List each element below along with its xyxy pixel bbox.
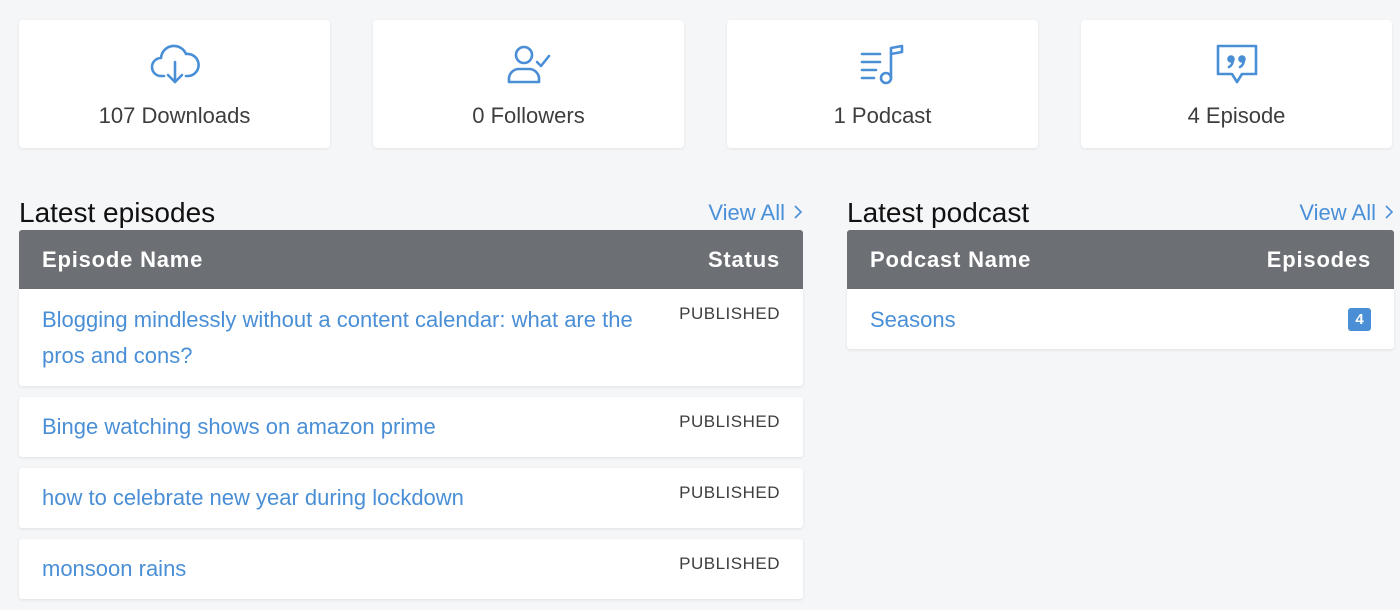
- column-header-podcast-name: Podcast Name: [870, 246, 1032, 272]
- status-label: PUBLISHED: [679, 554, 780, 573]
- view-all-podcasts-link[interactable]: View All: [1299, 200, 1394, 226]
- episodes-table-header: Episode Name Status: [19, 230, 803, 289]
- quote-bubble-icon: [1212, 42, 1262, 93]
- chevron-right-icon: [793, 200, 803, 226]
- table-row: Seasons 4: [847, 289, 1394, 349]
- status-label: PUBLISHED: [679, 483, 780, 502]
- latest-podcast-panel: Latest podcast View All Podcast Name Epi…: [847, 184, 1394, 360]
- stat-label: 107 Downloads: [98, 103, 251, 128]
- episode-link[interactable]: how to celebrate new year during lockdow…: [42, 468, 464, 528]
- stat-label: 1 Podcast: [833, 103, 932, 128]
- panel-title: Latest episodes: [19, 197, 216, 228]
- panel-header: Latest episodes View All: [19, 184, 803, 230]
- stat-card-episodes: 4 Episode: [1081, 20, 1392, 148]
- latest-episodes-panel: Latest episodes View All Episode Name St…: [19, 184, 803, 610]
- status-label: PUBLISHED: [679, 304, 780, 323]
- table-row: monsoon rains PUBLISHED: [19, 539, 803, 599]
- table-row: Binge watching shows on amazon prime PUB…: [19, 397, 803, 457]
- column-header-episode-name: Episode Name: [42, 246, 204, 272]
- column-header-episodes: Episodes: [1266, 246, 1371, 272]
- user-check-icon: [504, 42, 554, 93]
- status-label: PUBLISHED: [679, 412, 780, 431]
- stats-row: 107 Downloads 0 Followers 1 Podcast 4 Ep…: [19, 20, 1392, 148]
- cloud-download-icon: [150, 42, 200, 93]
- stat-label: 4 Episode: [1187, 103, 1286, 128]
- episode-link[interactable]: Binge watching shows on amazon prime: [42, 397, 436, 457]
- view-all-episodes-link[interactable]: View All: [708, 200, 803, 226]
- view-all-label: View All: [1299, 200, 1376, 225]
- table-row: Blogging mindlessly without a content ca…: [19, 289, 803, 386]
- panel-title: Latest podcast: [847, 197, 1030, 228]
- table-row: how to celebrate new year during lockdow…: [19, 468, 803, 528]
- stat-card-followers: 0 Followers: [373, 20, 684, 148]
- music-list-icon: [858, 42, 908, 93]
- chevron-right-icon: [1384, 200, 1394, 226]
- podcast-table-header: Podcast Name Episodes: [847, 230, 1394, 289]
- episode-count-badge: 4: [1348, 308, 1371, 331]
- panel-header: Latest podcast View All: [847, 184, 1394, 230]
- podcast-link[interactable]: Seasons: [870, 289, 956, 350]
- column-header-status: Status: [707, 246, 780, 272]
- stat-label: 0 Followers: [472, 103, 585, 128]
- stat-card-downloads: 107 Downloads: [19, 20, 330, 148]
- stat-card-podcast: 1 Podcast: [727, 20, 1038, 148]
- episode-link[interactable]: monsoon rains: [42, 539, 186, 599]
- view-all-label: View All: [708, 200, 785, 225]
- episode-link[interactable]: Blogging mindlessly without a content ca…: [42, 289, 679, 386]
